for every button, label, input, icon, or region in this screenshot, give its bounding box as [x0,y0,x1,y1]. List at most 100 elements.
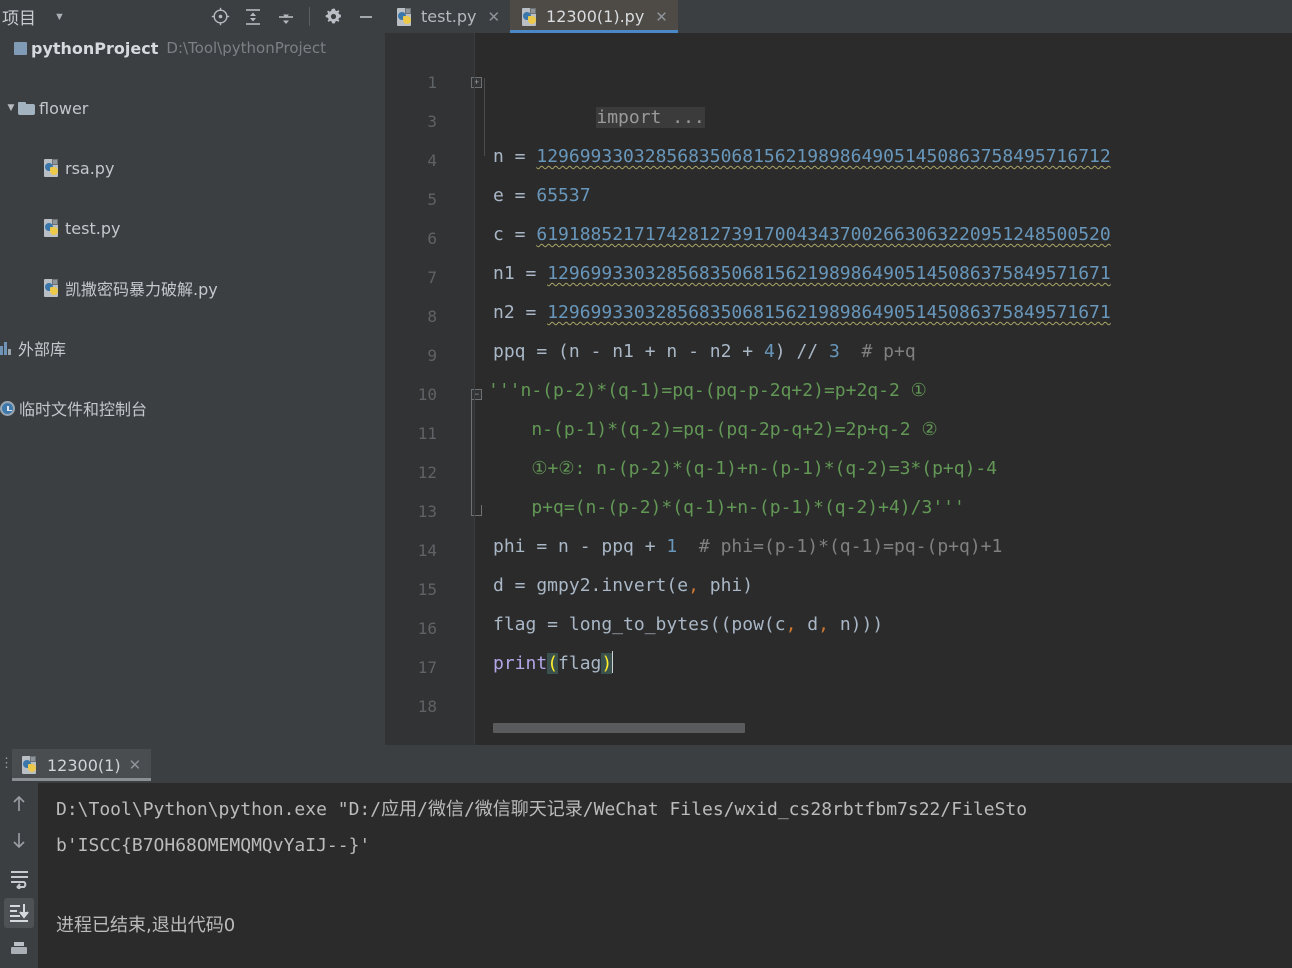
editor-tabbar: test.py ✕ 12300(1).py ✕ [385,0,1292,33]
code-line-5[interactable]: e = 65537 [493,176,591,215]
arrow-down-icon[interactable] [4,825,34,855]
inline-comment: # phi=(p-1)*(q-1)=pq-(p+q)+1 [698,536,1003,557]
arrow-up-icon[interactable] [4,789,34,819]
code-line-8[interactable]: n2 = 12969933032856835068156219898649051… [493,293,1111,332]
code-line-17[interactable]: print(flag) [493,644,614,683]
tab-label: 12300(1).py [546,7,645,26]
assign-op: = [503,146,537,167]
toolbar-divider [309,7,310,26]
tree-row[interactable]: 外部库 [0,333,385,363]
editor-gutter[interactable]: 1 3 4 5 6 7 8 9 10 11 12 13 14 15 16 17 … [385,33,482,745]
line-number: 5 [427,190,437,209]
editor-horizontal-scrollbar[interactable] [493,723,745,733]
number-literal: 1296993303285683506815621989864905145086… [547,263,1111,284]
python-file-icon [522,7,539,26]
tree-row[interactable]: 临时文件和控制台 [0,393,385,423]
line-number: 8 [427,307,437,326]
assign-op: = [514,263,548,284]
folded-import-text[interactable]: import ... [596,107,705,128]
text-caret [612,651,614,673]
run-window-label: ⋮ [0,755,13,770]
close-icon[interactable]: ✕ [129,756,142,774]
assign-op: = [514,302,548,323]
line-number: 4 [427,151,437,170]
var-name-n: n [493,146,504,167]
tree-item-label: 临时文件和控制台 [19,400,148,419]
line-number: 6 [427,229,437,248]
scroll-from-source-icon[interactable] [207,4,233,30]
code-line-14[interactable]: phi = n - ppq + 1 # phi=(p-1)*(q-1)=pq-(… [493,527,1002,566]
tab-label: test.py [421,7,477,26]
number-literal: 1296993303285683506815621989864905145086… [536,146,1111,167]
tree-row[interactable]: pythonProject D:\Tool\pythonProject [0,33,385,63]
chevron-down-icon[interactable]: ▼ [54,11,65,23]
editor-area: test.py ✕ 12300(1).py ✕ 1 3 4 5 6 7 8 9 … [385,0,1292,746]
scratches-consoles-icon [0,400,15,416]
number-literal: 65537 [536,185,591,206]
code-text-area[interactable]: import ... n = 1296993303285683506815621… [475,33,1292,745]
var-name-c: c [493,224,504,245]
line-number: 15 [417,580,437,599]
code-line-7[interactable]: n1 = 12969933032856835068156219898649051… [493,254,1111,293]
python-file-icon [397,7,414,26]
line-number: 12 [417,463,437,482]
python-file-icon [44,279,61,297]
line-number: 10 [417,385,437,404]
external-libraries-icon [0,341,14,355]
code-editor[interactable]: 1 3 4 5 6 7 8 9 10 11 12 13 14 15 16 17 … [385,33,1292,746]
builtin-function-name: print [493,653,548,674]
console-toolbar [0,783,38,968]
tree-row[interactable]: test.py [0,213,385,243]
line-number: 3 [427,112,437,131]
assign-op: = [503,224,537,245]
project-panel-toolbar [207,4,385,30]
run-tab-label: 12300(1) [47,755,121,775]
project-tree: pythonProject D:\Tool\pythonProject ▼ fl… [0,33,385,419]
close-icon[interactable]: ✕ [655,8,668,26]
code-line-9[interactable]: ppq = (n - n1 + n - n2 + 4) // 3 # p+q [493,332,916,371]
close-icon[interactable]: ✕ [487,8,500,26]
expand-all-icon[interactable] [240,4,266,30]
line-number: 18 [417,697,437,716]
print-icon[interactable] [4,935,34,965]
code-line-11[interactable]: n-(p-1)*(q-2)=pq-(pq-2p-q+2)=2p+q-2 ② [488,410,938,449]
code-line-15[interactable]: d = gmpy2.invert(e, phi) [493,566,753,605]
tree-row[interactable]: 凯撒密码暴力破解.py [0,273,385,303]
code-line-4[interactable]: n = 129699330328568350681562198986490514… [493,137,1111,176]
console-line: 进程已结束,退出代码0 [56,915,236,936]
hide-icon[interactable] [353,4,379,30]
console-line: b'ISCC{B7OH68OMEMQMQvYaIJ--}' [56,835,371,856]
python-file-icon [44,159,61,177]
tree-row[interactable]: ▼ flower [0,93,385,123]
line-number: 1 [427,73,437,92]
tree-item-label: rsa.py [65,158,115,178]
scroll-to-end-icon[interactable] [4,898,34,928]
line-number: 9 [427,346,437,365]
console-output[interactable]: D:\Tool\Python\python.exe "D:/应用/微信/微信聊天… [38,783,1292,968]
run-tab-12300-1[interactable]: 12300(1) ✕ [12,749,152,781]
soft-wrap-icon[interactable] [4,863,34,893]
code-line-6[interactable]: c = 619188521717428127391700434370026630… [493,215,1111,254]
module-icon [14,41,27,55]
code-line-1[interactable]: import ... [488,59,705,128]
code-line-16[interactable]: flag = long_to_bytes((pow(c, d, n))) [493,605,883,644]
tree-row[interactable]: rsa.py [0,153,385,183]
chevron-down-icon[interactable]: ▼ [4,103,18,113]
code-line-13[interactable]: p+q=(n-(p-2)*(q-1)+n-(p-1)*(q-2)+4)/3''' [488,488,964,527]
code-line-10[interactable]: '''n-(p-2)*(q-1)=pq-(pq-p-2q+2)=p+2q-2 ① [488,371,927,410]
number-literal: 1296993303285683506815621989864905145086… [547,302,1111,323]
var-name-n1: n1 [493,263,515,284]
collapse-all-icon[interactable] [273,4,299,30]
project-tool-window: 项目 ▼ pythonProject D:\Tool\pythonProject… [0,0,385,745]
line-number: 7 [427,268,437,287]
python-file-icon [44,219,61,237]
run-tabbar: ⋮ 12300(1) ✕ [0,745,1292,783]
tab-test-py[interactable]: test.py ✕ [385,0,510,33]
code-line-12[interactable]: ①+②: n-(p-2)*(q-1)+n-(p-1)*(q-2)=3*(p+q)… [488,449,997,488]
gear-icon[interactable] [320,4,346,30]
console-line: D:\Tool\Python\python.exe "D:/应用/微信/微信聊天… [56,799,1028,820]
tree-item-label: 外部库 [18,340,67,359]
docstring-text: n-(p-1)*(q-2)=pq-(pq-2p-q+2)=2p+q-2 ② [488,419,938,440]
tab-12300-1-py[interactable]: 12300(1).py ✕ [510,0,678,33]
project-panel-title: 项目 [2,9,36,29]
